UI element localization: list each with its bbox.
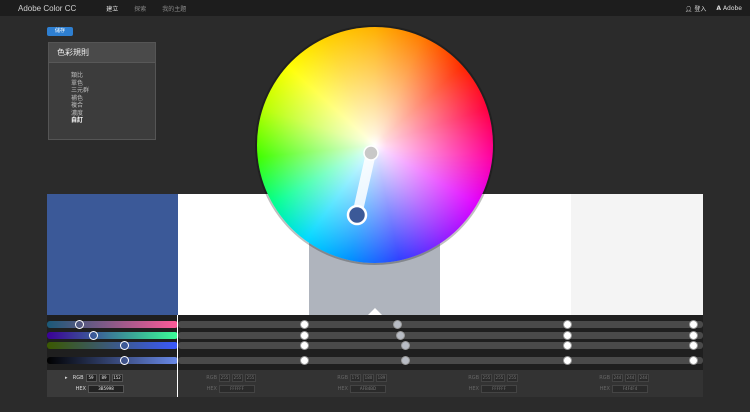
hex-input[interactable]: F4F4F4 bbox=[612, 385, 648, 393]
slider-knob-3-brightness[interactable] bbox=[401, 356, 410, 365]
save-button[interactable]: 儲存 bbox=[47, 27, 73, 36]
expand-arrow-icon[interactable]: ▸ bbox=[65, 375, 68, 381]
slider-knob-2-g[interactable] bbox=[300, 331, 309, 340]
top-right-actions: 👤︎ 登入 A Adobe bbox=[685, 0, 742, 16]
slider-knob-3-b[interactable] bbox=[401, 341, 410, 350]
rule-complementary[interactable]: 補色 bbox=[71, 95, 155, 103]
slider-knob-5-g[interactable] bbox=[689, 331, 698, 340]
hex-input[interactable]: FFFFFF bbox=[219, 385, 255, 393]
app-title[interactable]: Adobe Color CC bbox=[18, 4, 76, 13]
value-panel-1: ▸ RGB 59 89 152 HEX 3B5998 bbox=[47, 370, 178, 397]
slider-knob-4-brightness[interactable] bbox=[563, 356, 572, 365]
slider-knob-2-r[interactable] bbox=[300, 320, 309, 329]
top-bar: Adobe Color CC 建立 探索 我的主題 👤︎ 登入 A Adobe bbox=[0, 0, 750, 16]
slider-track-row-4[interactable] bbox=[178, 357, 703, 364]
rgb-b-input[interactable]: 255 bbox=[507, 374, 518, 382]
color-rules-list: 類比 單色 三元群 補色 複合 濃度 自訂 bbox=[49, 63, 155, 125]
slider-knob-4-b[interactable] bbox=[563, 341, 572, 350]
hex-label: HEX bbox=[206, 386, 217, 392]
color-value-panels: ▸ RGB 59 89 152 HEX 3B5998 RGB 255 255 2… bbox=[47, 370, 703, 397]
rgb-r-input[interactable]: 255 bbox=[481, 374, 492, 382]
slider-knob-1-g[interactable] bbox=[89, 331, 98, 340]
hex-label: HEX bbox=[337, 386, 348, 392]
slider-track-row-2[interactable] bbox=[178, 332, 703, 339]
rgb-b-input[interactable]: 255 bbox=[245, 374, 256, 382]
slider-track-1-r[interactable] bbox=[47, 321, 178, 328]
main-nav: 建立 探索 我的主題 bbox=[106, 4, 186, 13]
rule-compound[interactable]: 複合 bbox=[71, 102, 155, 110]
hex-label: HEX bbox=[599, 386, 610, 392]
slider-knob-4-g[interactable] bbox=[563, 331, 572, 340]
login-label: 登入 bbox=[694, 5, 707, 13]
color-wheel[interactable] bbox=[257, 27, 493, 263]
slider-knob-1-b[interactable] bbox=[120, 341, 129, 350]
login-link[interactable]: 👤︎ 登入 bbox=[685, 4, 707, 13]
value-panel-2: RGB 255 255 255 HEX FFFFFF bbox=[178, 370, 309, 397]
slider-track-1-g[interactable] bbox=[47, 332, 178, 339]
slider-knob-1-brightness[interactable] bbox=[120, 356, 129, 365]
rule-shades[interactable]: 濃度 bbox=[71, 110, 155, 118]
rgb-g-input[interactable]: 180 bbox=[363, 374, 374, 382]
slider-knob-5-r[interactable] bbox=[689, 320, 698, 329]
slider-track-1-b[interactable] bbox=[47, 342, 178, 349]
rule-custom[interactable]: 自訂 bbox=[71, 117, 155, 125]
hex-label: HEX bbox=[75, 386, 86, 392]
rgb-r-input[interactable]: 255 bbox=[219, 374, 230, 382]
adobe-label: Adobe bbox=[723, 4, 742, 12]
wheel-marker-base bbox=[346, 204, 368, 226]
swatch-5[interactable] bbox=[571, 194, 703, 315]
slider-knob-5-b[interactable] bbox=[689, 341, 698, 350]
hex-input[interactable]: 3B5998 bbox=[88, 385, 124, 393]
rgb-b-input[interactable]: 244 bbox=[638, 374, 649, 382]
value-panel-4: RGB 255 255 255 HEX FFFFFF bbox=[440, 370, 571, 397]
base-color-indicator bbox=[367, 308, 382, 315]
active-swatch-divider bbox=[177, 315, 178, 397]
nav-explore[interactable]: 探索 bbox=[134, 4, 146, 13]
slider-knob-3-g[interactable] bbox=[396, 331, 405, 340]
rgb-g-input[interactable]: 89 bbox=[98, 374, 110, 382]
slider-area bbox=[47, 315, 703, 370]
swatch-1[interactable] bbox=[47, 194, 178, 315]
rgb-label: RGB bbox=[599, 375, 610, 381]
slider-knob-1-r[interactable] bbox=[75, 320, 84, 329]
rgb-g-input[interactable]: 255 bbox=[232, 374, 243, 382]
adobe-link[interactable]: A Adobe bbox=[716, 5, 742, 12]
rgb-r-input[interactable]: 59 bbox=[85, 374, 97, 382]
hex-input[interactable]: FFFFFF bbox=[481, 385, 517, 393]
slider-knob-4-r[interactable] bbox=[563, 320, 572, 329]
adobe-logo-icon: A bbox=[716, 4, 722, 12]
rgb-g-input[interactable]: 244 bbox=[625, 374, 636, 382]
rgb-r-input[interactable]: 175 bbox=[350, 374, 361, 382]
rgb-r-input[interactable]: 244 bbox=[612, 374, 623, 382]
slider-track-row-1[interactable] bbox=[178, 321, 703, 328]
slider-knob-2-b[interactable] bbox=[300, 341, 309, 350]
slider-knob-2-brightness[interactable] bbox=[300, 356, 309, 365]
nav-create[interactable]: 建立 bbox=[106, 4, 118, 13]
wheel-marker-center bbox=[363, 145, 379, 161]
hex-label: HEX bbox=[468, 386, 479, 392]
hex-input[interactable]: AFB4BD bbox=[350, 385, 386, 393]
rule-triad[interactable]: 三元群 bbox=[71, 87, 155, 95]
slider-knob-5-brightness[interactable] bbox=[689, 356, 698, 365]
rgb-g-input[interactable]: 255 bbox=[494, 374, 505, 382]
slider-track-1-brightness[interactable] bbox=[47, 357, 178, 364]
rgb-label: RGB bbox=[337, 375, 348, 381]
rgb-b-input[interactable]: 152 bbox=[111, 374, 123, 382]
rgb-label: RGB bbox=[206, 375, 217, 381]
slider-track-row-3[interactable] bbox=[178, 342, 703, 349]
value-panel-3: RGB 175 180 189 HEX AFB4BD bbox=[309, 370, 440, 397]
color-rules-title: 色彩規則 bbox=[49, 43, 155, 63]
slider-knob-3-r[interactable] bbox=[393, 320, 402, 329]
nav-my-themes[interactable]: 我的主題 bbox=[162, 4, 186, 13]
user-icon: 👤︎ bbox=[684, 5, 693, 13]
color-rules-panel: 色彩規則 類比 單色 三元群 補色 複合 濃度 自訂 bbox=[48, 42, 156, 140]
wheel-markers bbox=[346, 145, 379, 226]
value-panel-5: RGB 244 244 244 HEX F4F4F4 bbox=[571, 370, 703, 397]
rule-monochromatic[interactable]: 單色 bbox=[71, 80, 155, 88]
rgb-b-input[interactable]: 189 bbox=[376, 374, 387, 382]
rgb-label: RGB bbox=[72, 375, 84, 381]
rule-analogous[interactable]: 類比 bbox=[71, 72, 155, 80]
rgb-label: RGB bbox=[468, 375, 479, 381]
